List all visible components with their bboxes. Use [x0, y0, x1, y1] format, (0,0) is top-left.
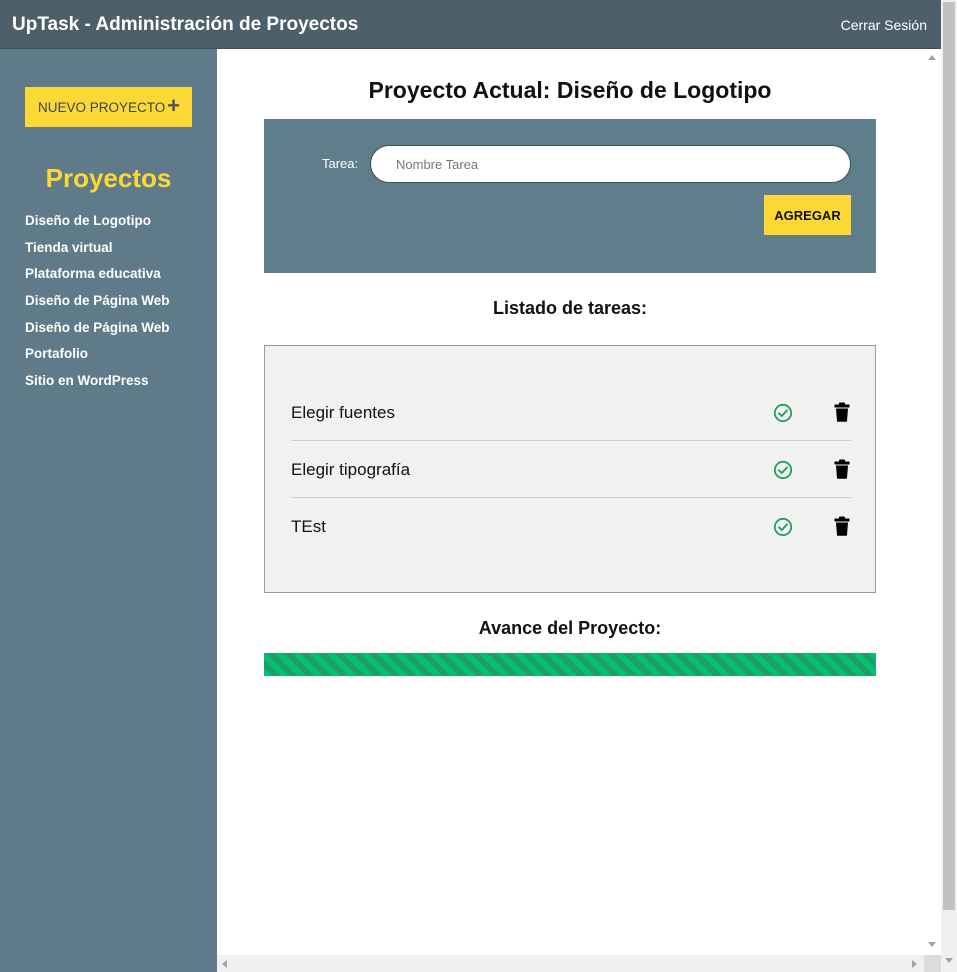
sidebar: NUEVO PROYECTO + Proyectos Diseño de Log…: [0, 49, 217, 972]
project-link[interactable]: Portafolio: [25, 346, 170, 373]
check-circle-icon[interactable]: [773, 460, 793, 480]
app-title: UpTask - Administración de Proyectos: [12, 14, 359, 35]
trash-icon[interactable]: [834, 402, 850, 422]
task-name: Elegir fuentes: [291, 403, 395, 422]
project-list: Diseño de Logotipo Tienda virtual Plataf…: [25, 213, 170, 400]
content-scrollbar[interactable]: [924, 49, 941, 955]
page-title: Proyecto Actual: Diseño de Logotipo: [217, 77, 923, 104]
project-link[interactable]: Diseño de Página Web: [25, 320, 170, 347]
current-project-name: Diseño de Logotipo: [556, 77, 772, 103]
plus-icon: +: [167, 93, 180, 118]
project-link[interactable]: Plataforma educativa: [25, 266, 170, 293]
projects-heading: Proyectos: [45, 163, 172, 193]
task-name-input[interactable]: [370, 145, 851, 183]
scroll-up-arrow-icon[interactable]: [928, 55, 936, 60]
check-circle-icon[interactable]: [773, 403, 793, 423]
trash-icon[interactable]: [834, 516, 850, 536]
task-name: Elegir tipografía: [291, 460, 411, 479]
project-link[interactable]: Diseño de Página Web: [25, 293, 170, 320]
scroll-down-arrow-icon[interactable]: [928, 942, 936, 947]
page-title-prefix: Proyecto Actual:: [368, 77, 551, 103]
logout-link[interactable]: Cerrar Sesión: [841, 17, 927, 33]
add-task-button[interactable]: AGREGAR: [764, 195, 851, 235]
task-item: Elegir tipografía: [291, 441, 851, 498]
progress-heading: Avance del Proyecto:: [478, 618, 662, 638]
main-content: Proyecto Actual: Diseño de Logotipo Tare…: [217, 49, 924, 955]
project-link[interactable]: Tienda virtual: [25, 240, 170, 267]
window-scrollbar[interactable]: [941, 0, 957, 972]
check-circle-icon[interactable]: [773, 517, 793, 537]
scrollbar-corner: [924, 955, 941, 972]
scroll-down-arrow-icon[interactable]: [945, 958, 953, 963]
top-bar: UpTask - Administración de Proyectos Cer…: [0, 0, 941, 49]
project-link[interactable]: Sitio en WordPress: [25, 373, 170, 400]
task-form: Tarea: AGREGAR: [264, 119, 876, 273]
progress-bar: [264, 653, 876, 676]
task-name: TEst: [291, 517, 326, 536]
task-item: Elegir fuentes: [291, 384, 851, 441]
scroll-left-arrow-icon[interactable]: [222, 960, 227, 968]
task-list: Elegir fuentes Elegir tipografía TEst: [264, 345, 876, 593]
new-project-button[interactable]: NUEVO PROYECTO +: [25, 87, 192, 127]
task-list-heading: Listado de tareas:: [492, 298, 648, 318]
project-link[interactable]: Diseño de Logotipo: [25, 213, 170, 240]
scrollbar-thumb[interactable]: [943, 2, 955, 910]
new-project-label: NUEVO PROYECTO: [38, 99, 166, 115]
task-label: Tarea:: [322, 156, 359, 171]
scroll-right-arrow-icon[interactable]: [912, 960, 917, 968]
horizontal-scrollbar[interactable]: [217, 955, 941, 972]
task-item: TEst: [291, 498, 851, 555]
progress-fill: [264, 653, 876, 676]
trash-icon[interactable]: [834, 459, 850, 479]
